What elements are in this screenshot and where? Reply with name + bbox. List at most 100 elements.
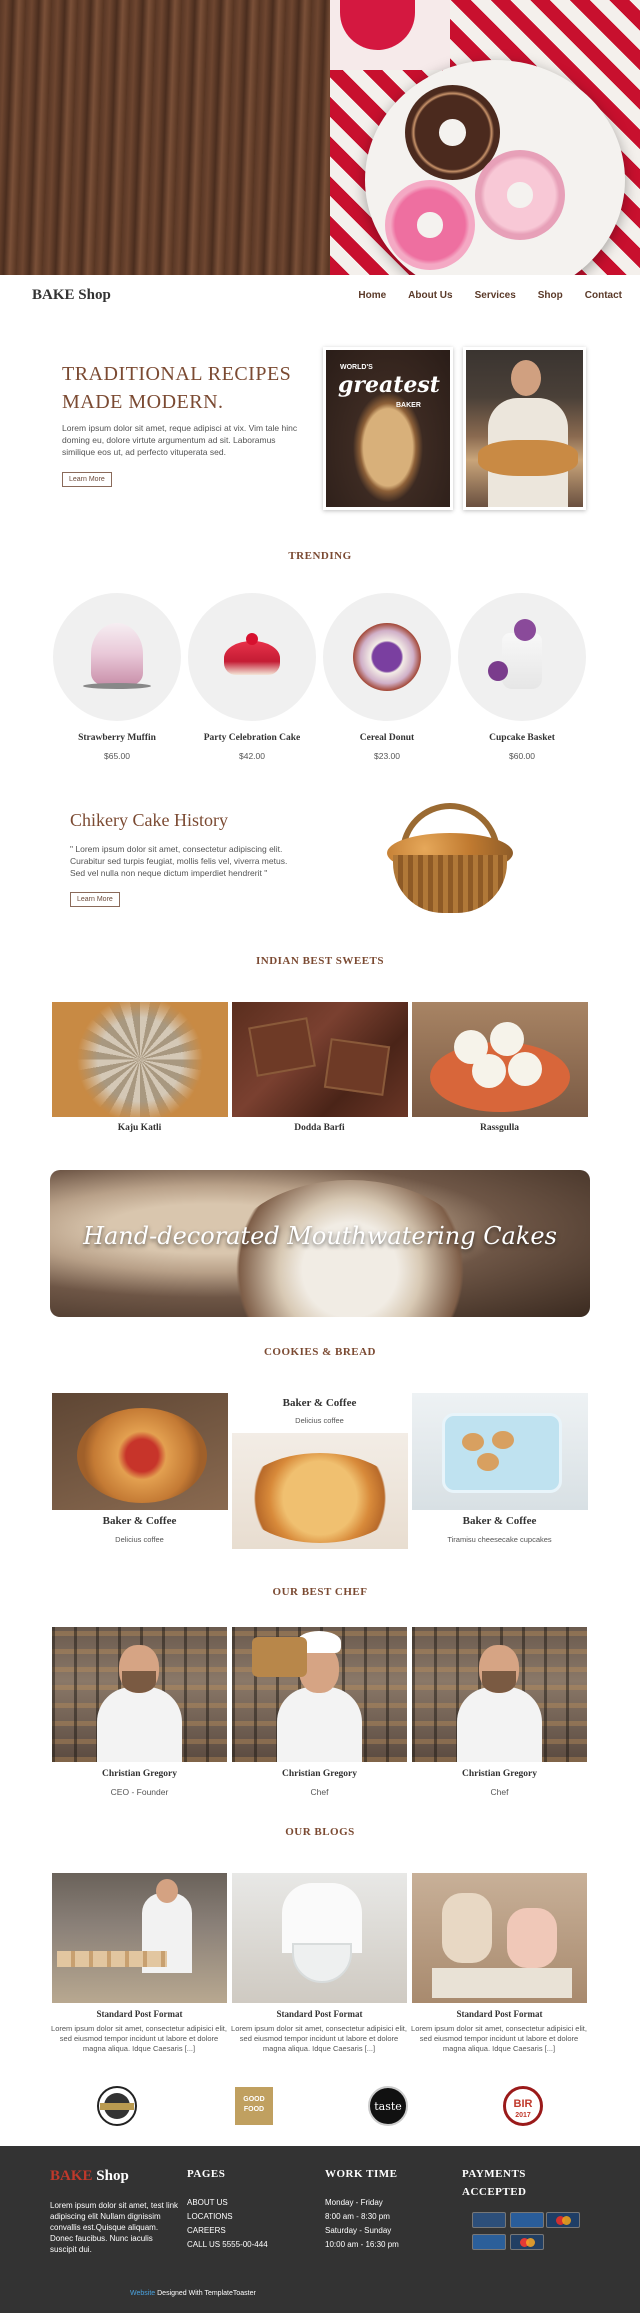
pie-image <box>232 1433 408 1549</box>
brand-logo[interactable]: BAKE Shop <box>32 287 111 304</box>
kaju-katli-image <box>52 1002 228 1117</box>
sprinkle-donut <box>475 150 565 240</box>
logo-taste-text: taste <box>368 2086 408 2126</box>
nav-services[interactable]: Services <box>475 290 516 301</box>
blog-title[interactable]: Standard Post Format <box>412 2009 587 2019</box>
intro-title: TRADITIONAL RECIPES MADE MODERN. <box>62 363 292 413</box>
cookie-item-title: Baker & Coffee <box>282 1397 357 1409</box>
product-name[interactable]: Cereal Donut <box>312 733 462 743</box>
blog-excerpt: Lorem ipsum dolor sit amet, consectetur … <box>411 2024 587 2053</box>
footer-credit: Website Designed With TemplateToaster <box>130 2290 256 2297</box>
cakes-banner: Hand-decorated Mouthwatering Cakes <box>50 1170 590 1317</box>
product-image-party-cake[interactable] <box>188 593 316 721</box>
hero-image <box>0 0 640 275</box>
footer-pages-title: PAGES <box>187 2168 226 2180</box>
product-price: $42.00 <box>239 751 265 761</box>
cookie-item-sub: Delicius coffee <box>115 1535 164 1544</box>
main-menu: Home About Us Services Shop Contact <box>336 290 622 301</box>
footer-link-careers[interactable]: CAREERS <box>187 2224 268 2238</box>
product-price: $23.00 <box>374 751 400 761</box>
cookies-title: COOKIES & BREAD <box>263 1346 377 1358</box>
credit-website-link[interactable]: Website <box>130 2290 155 2297</box>
chef-role: CEO - Founder <box>110 1787 169 1797</box>
chef-name: Christian Gregory <box>461 1769 538 1779</box>
good-food-logo: GOOD FOOD <box>233 2085 275 2127</box>
poster-subtitle: BAKER <box>396 402 421 409</box>
blogs-title: OUR BLOGS <box>285 1826 355 1838</box>
intro-learn-more-button[interactable]: Learn More <box>62 472 112 487</box>
bakery-badge-logo <box>96 2085 138 2127</box>
footer-call-us[interactable]: CALL US 5555-00-444 <box>187 2238 268 2252</box>
history-learn-more-button[interactable]: Learn More <box>70 892 120 907</box>
intro-text: Lorem ipsum dolor sit amet, reque adipis… <box>62 423 298 457</box>
logo-bir-year: 2017 <box>515 2112 531 2119</box>
product-name[interactable]: Party Celebration Cake <box>177 733 327 743</box>
sweet-name: Dodda Barfi <box>294 1123 345 1133</box>
footer-brand-suffix: Shop <box>92 2168 129 2184</box>
blog-image[interactable] <box>412 1873 587 2003</box>
discover-card-icon <box>472 2234 506 2250</box>
product-name[interactable]: Cupcake Basket <box>447 733 597 743</box>
footer-about-text: Lorem ipsum dolor sit amet, test link ad… <box>50 2201 179 2254</box>
amex-card-icon <box>510 2212 544 2228</box>
product-price: $60.00 <box>509 751 535 761</box>
galette-image <box>52 1393 228 1510</box>
pink-donut <box>385 180 475 270</box>
great-taste-logo: taste <box>367 2085 409 2127</box>
footer-payments-title-1: PAYMENTS <box>462 2168 526 2180</box>
sweets-title: INDIAN BEST SWEETS <box>255 955 384 967</box>
cookie-item-sub: Delicius coffee <box>295 1416 344 1425</box>
product-image-strawberry-muffin[interactable] <box>53 593 181 721</box>
poster-caption: WORLD'S <box>340 364 373 371</box>
poster-title: greatest <box>338 372 440 398</box>
history-title: Chikery Cake History <box>70 810 228 830</box>
greatest-baker-poster: WORLD'S greatest BAKER <box>323 347 453 510</box>
history-text: " Lorem ipsum dolor sit amet, consectetu… <box>70 844 288 878</box>
product-name[interactable]: Strawberry Muffin <box>42 733 192 743</box>
footer-work-time-title: WORK TIME <box>325 2168 398 2180</box>
footer-link-locations[interactable]: LOCATIONS <box>187 2210 268 2224</box>
rassgulla-image <box>412 1002 588 1117</box>
mastercard-icon <box>510 2234 544 2250</box>
logo-text-top: GOOD <box>243 2096 265 2103</box>
work-days-weekend: Saturday - Sunday <box>325 2226 392 2235</box>
nav-home[interactable]: Home <box>358 290 386 301</box>
baker-holding-bread-image <box>463 347 586 510</box>
blog-title[interactable]: Standard Post Format <box>52 2009 227 2019</box>
chef-role: Chef <box>490 1787 509 1797</box>
work-days-weekday: Monday - Friday <box>325 2198 383 2207</box>
cookies-plate-image <box>412 1393 588 1510</box>
cookie-item-title: Baker & Coffee <box>462 1515 537 1527</box>
logo-text-mid: FOOD <box>243 2106 265 2113</box>
product-image-cereal-donut[interactable] <box>323 593 451 721</box>
footer-payments-title-2: ACCEPTED <box>462 2186 527 2198</box>
footer-link-about-us[interactable]: ABOUT US <box>187 2196 268 2210</box>
chef-name: Christian Gregory <box>281 1769 358 1779</box>
nav-contact[interactable]: Contact <box>585 290 622 301</box>
chef-role: Chef <box>310 1787 329 1797</box>
maestro-card-icon <box>546 2212 580 2228</box>
chef-photo <box>412 1627 587 1762</box>
bir-2017-logo: BIR 2017 <box>502 2085 544 2127</box>
product-price: $65.00 <box>104 751 130 761</box>
chef-photo <box>232 1627 407 1762</box>
sweet-name: Kaju Katli <box>117 1123 162 1133</box>
chef-photo <box>52 1627 227 1762</box>
blog-excerpt: Lorem ipsum dolor sit amet, consectetur … <box>51 2024 227 2053</box>
sweet-name: Rassgulla <box>479 1123 520 1133</box>
nav-shop[interactable]: Shop <box>538 290 563 301</box>
footer-brand[interactable]: BAKE Shop <box>50 2168 129 2185</box>
blog-title[interactable]: Standard Post Format <box>232 2009 407 2019</box>
blog-image[interactable] <box>232 1873 407 2003</box>
footer-brand-prefix: BAKE <box>50 2168 93 2184</box>
chef-name: Christian Gregory <box>101 1769 178 1779</box>
trending-title: TRENDING <box>288 550 352 562</box>
work-hours-weekday: 8:00 am - 8:30 pm <box>325 2212 390 2221</box>
navbar: BAKE Shop Home About Us Services Shop Co… <box>0 275 640 315</box>
dodda-barfi-image <box>232 1002 408 1117</box>
cookie-item-sub: Tiramisu cheesecake cupcakes <box>447 1535 552 1544</box>
blog-excerpt: Lorem ipsum dolor sit amet, consectetur … <box>231 2024 407 2053</box>
blog-image[interactable] <box>52 1873 227 2003</box>
product-image-cupcake-basket[interactable] <box>458 593 586 721</box>
nav-about-us[interactable]: About Us <box>408 290 452 301</box>
